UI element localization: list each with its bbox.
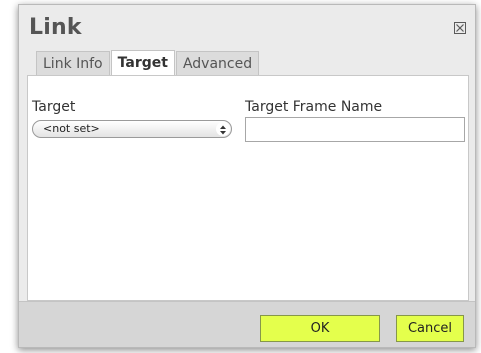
cancel-button[interactable]: Cancel [396, 315, 464, 342]
dialog-tabs: Link Info Target Advanced [36, 50, 260, 76]
target-frame-name-input[interactable] [245, 117, 465, 142]
target-select[interactable]: <not set> [32, 120, 232, 138]
dialog-title-bar[interactable]: Link [19, 5, 475, 49]
dialog-title: Link [29, 15, 82, 40]
target-label: Target [32, 99, 76, 115]
close-icon[interactable] [454, 19, 466, 34]
tab-target[interactable]: Target [110, 50, 175, 76]
target-select-value: <not set> [43, 122, 100, 135]
tab-link-info[interactable]: Link Info [36, 51, 110, 76]
dialog-footer: OK Cancel [19, 301, 475, 347]
tab-advanced[interactable]: Advanced [175, 51, 260, 76]
link-dialog: Link Link Info Target Advanced Target <n… [18, 4, 476, 348]
ok-button[interactable]: OK [260, 315, 380, 342]
select-arrows-icon [216, 122, 230, 136]
target-frame-name-label: Target Frame Name [245, 99, 383, 115]
tab-content-panel: Target <not set> Target Frame Name [27, 75, 469, 301]
